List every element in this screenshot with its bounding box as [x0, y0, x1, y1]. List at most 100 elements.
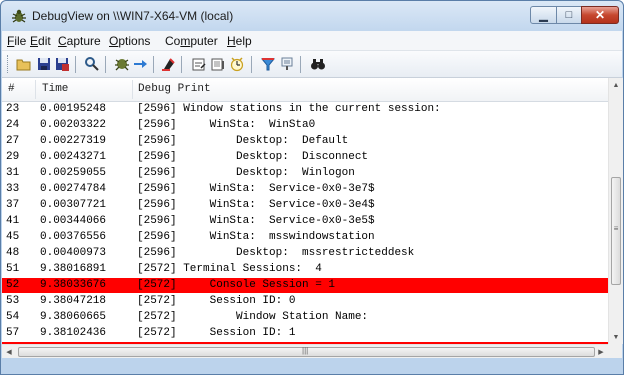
save-multiple-icon[interactable]: [54, 56, 70, 72]
debug-output-list[interactable]: # Time Debug Print 23 0.00195248 [2596] Wi…: [2, 78, 623, 359]
log-row-print: [2596] WinSta: Service-0x0-3e5$: [137, 215, 375, 227]
horizontal-scroll-thumb[interactable]: |||: [18, 346, 595, 357]
log-row-number: 31: [6, 167, 20, 179]
log-row-print: [2572] Session ID: 0: [137, 295, 296, 307]
log-row-time: 0.00227319: [40, 135, 107, 147]
column-header-time[interactable]: Time: [42, 83, 68, 95]
toolbar-grip[interactable]: [7, 55, 11, 73]
log-row-time: 0.00307721: [40, 199, 107, 211]
close-button[interactable]: ✕: [581, 6, 619, 24]
menu-help[interactable]: Help: [227, 34, 252, 48]
menu-options-accel: O: [109, 34, 119, 48]
log-row-time: 0.00259055: [40, 167, 107, 179]
time-icon[interactable]: [191, 56, 207, 72]
log-row-print: [2596] WinSta: Service-0x0-3e7$: [137, 183, 375, 195]
title-bar[interactable]: DebugView on \\WIN7-X64-VM (local) ▁ □ ✕: [1, 1, 623, 31]
maximize-button[interactable]: □: [556, 6, 582, 24]
toolbar-separator: [251, 56, 252, 73]
log-row-number: 24: [6, 119, 20, 131]
log-row[interactable]: 57 9.38102436 [2572] Session ID: 1: [2, 326, 608, 341]
log-row-number: 53: [6, 295, 20, 307]
toolbar-separator: [105, 56, 106, 73]
log-row[interactable]: 27 0.00227319 [2596] Desktop: Default: [2, 134, 608, 149]
log-row-number: 33: [6, 183, 20, 195]
toolbar-separator: [153, 56, 154, 73]
toolbar: [2, 51, 622, 78]
log-row-time: 9.38060665: [40, 311, 107, 323]
log-row-time: 9.38033676: [40, 279, 107, 291]
toolbar-separator: [75, 56, 76, 73]
log-row-print: [2596] WinSta: msswindowstation: [137, 231, 375, 243]
column-header-number[interactable]: #: [8, 83, 15, 95]
log-row-print: [2596] Desktop: mssrestricteddesk: [137, 247, 415, 259]
horizontal-scrollbar[interactable]: ◀ ||| ▶: [2, 344, 608, 359]
log-row-print: [2596] Desktop: Default: [137, 135, 349, 147]
log-row[interactable]: 29 0.00243271 [2596] Desktop: Disconnect: [2, 150, 608, 165]
menu-computer-accel: m: [180, 34, 191, 48]
menu-computer[interactable]: Computer: [165, 34, 218, 48]
menu-edit-label: dit: [38, 34, 51, 48]
close-icon: ✕: [594, 8, 606, 22]
log-row[interactable]: 45 0.00376556 [2596] WinSta: msswindowstat…: [2, 230, 608, 245]
clear-icon[interactable]: [161, 56, 177, 72]
window-title: DebugView on \\WIN7-X64-VM (local): [32, 9, 234, 23]
binoculars-icon[interactable]: [310, 56, 326, 72]
log-row[interactable]: 31 0.00259055 [2596] Desktop: Winlogon: [2, 166, 608, 181]
menu-edit[interactable]: Edit: [30, 34, 51, 48]
log-row[interactable]: 33 0.00274784 [2596] WinSta: Service-0x0-3…: [2, 182, 608, 197]
scroll-up-arrow-icon[interactable]: ▲: [609, 78, 623, 92]
log-row-time: 0.00344066: [40, 215, 107, 227]
debugview-bug-icon: [12, 9, 26, 23]
log-rows: 23 0.00195248 [2596] Window stations in th…: [2, 102, 608, 342]
column-divider[interactable]: [132, 80, 133, 99]
column-header: # Time Debug Print: [2, 78, 608, 102]
history-icon[interactable]: [229, 56, 245, 72]
log-row-number: 54: [6, 311, 20, 323]
highlight-icon[interactable]: [279, 56, 295, 72]
log-row[interactable]: 48 0.00400973 [2596] Desktop: mssrestricte…: [2, 246, 608, 261]
vertical-scrollbar[interactable]: ▲ ≡ ▼: [608, 78, 623, 344]
log-row[interactable]: 51 9.38016891 [2572] Terminal Sessions: 4: [2, 262, 608, 277]
capture-icon[interactable]: [114, 56, 130, 72]
toolbar-separator: [300, 56, 301, 73]
log-row-print: [2596] Desktop: Disconnect: [137, 151, 369, 163]
log-row[interactable]: 53 9.38047218 [2572] Session ID: 0: [2, 294, 608, 309]
clock-icon[interactable]: [210, 56, 226, 72]
log-row-number: 45: [6, 231, 20, 243]
save-icon[interactable]: [36, 56, 52, 72]
log-row-print: [2572] Console Session = 1: [137, 279, 336, 291]
log-row-time: 0.00243271: [40, 151, 107, 163]
menu-capture[interactable]: Capture: [58, 34, 101, 48]
find-icon[interactable]: [84, 56, 100, 72]
scroll-grip-icon: |||: [302, 346, 309, 355]
log-row-highlighted[interactable]: 52 9.38033676 [2572] Console Session = 1: [2, 278, 608, 293]
log-row-print: [2572] Terminal Sessions: 4: [137, 263, 322, 275]
vertical-scroll-thumb[interactable]: ≡: [611, 177, 621, 285]
menu-computer-label: puter: [190, 34, 218, 48]
log-row-time: 0.00376556: [40, 231, 107, 243]
minimize-button[interactable]: ▁: [530, 6, 557, 24]
scroll-left-arrow-icon[interactable]: ◀: [2, 345, 16, 359]
log-row[interactable]: 24 0.00203322 [2596] WinSta: WinSta0: [2, 118, 608, 133]
menu-options[interactable]: Options: [109, 34, 150, 48]
toolbar-separator: [181, 56, 182, 73]
scroll-down-arrow-icon[interactable]: ▼: [609, 330, 623, 344]
log-row-number: 23: [6, 103, 20, 115]
menu-file[interactable]: File: [7, 34, 26, 48]
filter-icon[interactable]: [260, 56, 276, 72]
column-header-debug-print[interactable]: Debug Print: [138, 83, 211, 95]
log-row[interactable]: 23 0.00195248 [2596] Window stations in th…: [2, 102, 608, 117]
log-row-print: [2596] WinSta: Service-0x0-3e4$: [137, 199, 375, 211]
log-row-time: 9.38016891: [40, 263, 107, 275]
column-divider[interactable]: [35, 80, 36, 99]
log-row-print: [2596] Window stations in the current se…: [137, 103, 441, 115]
forward-icon[interactable]: [132, 56, 148, 72]
log-row[interactable]: 37 0.00307721 [2596] WinSta: Service-0x0-3…: [2, 198, 608, 213]
scroll-right-arrow-icon[interactable]: ▶: [594, 345, 608, 359]
log-row-time: 9.38102436: [40, 327, 107, 339]
open-icon[interactable]: [16, 56, 32, 72]
menu-edit-accel: E: [30, 34, 39, 48]
log-row[interactable]: 41 0.00344066 [2596] WinSta: Service-0x0-3…: [2, 214, 608, 229]
menu-options-label: ptions: [118, 34, 151, 48]
log-row[interactable]: 54 9.38060665 [2572] Window Station Name:: [2, 310, 608, 325]
